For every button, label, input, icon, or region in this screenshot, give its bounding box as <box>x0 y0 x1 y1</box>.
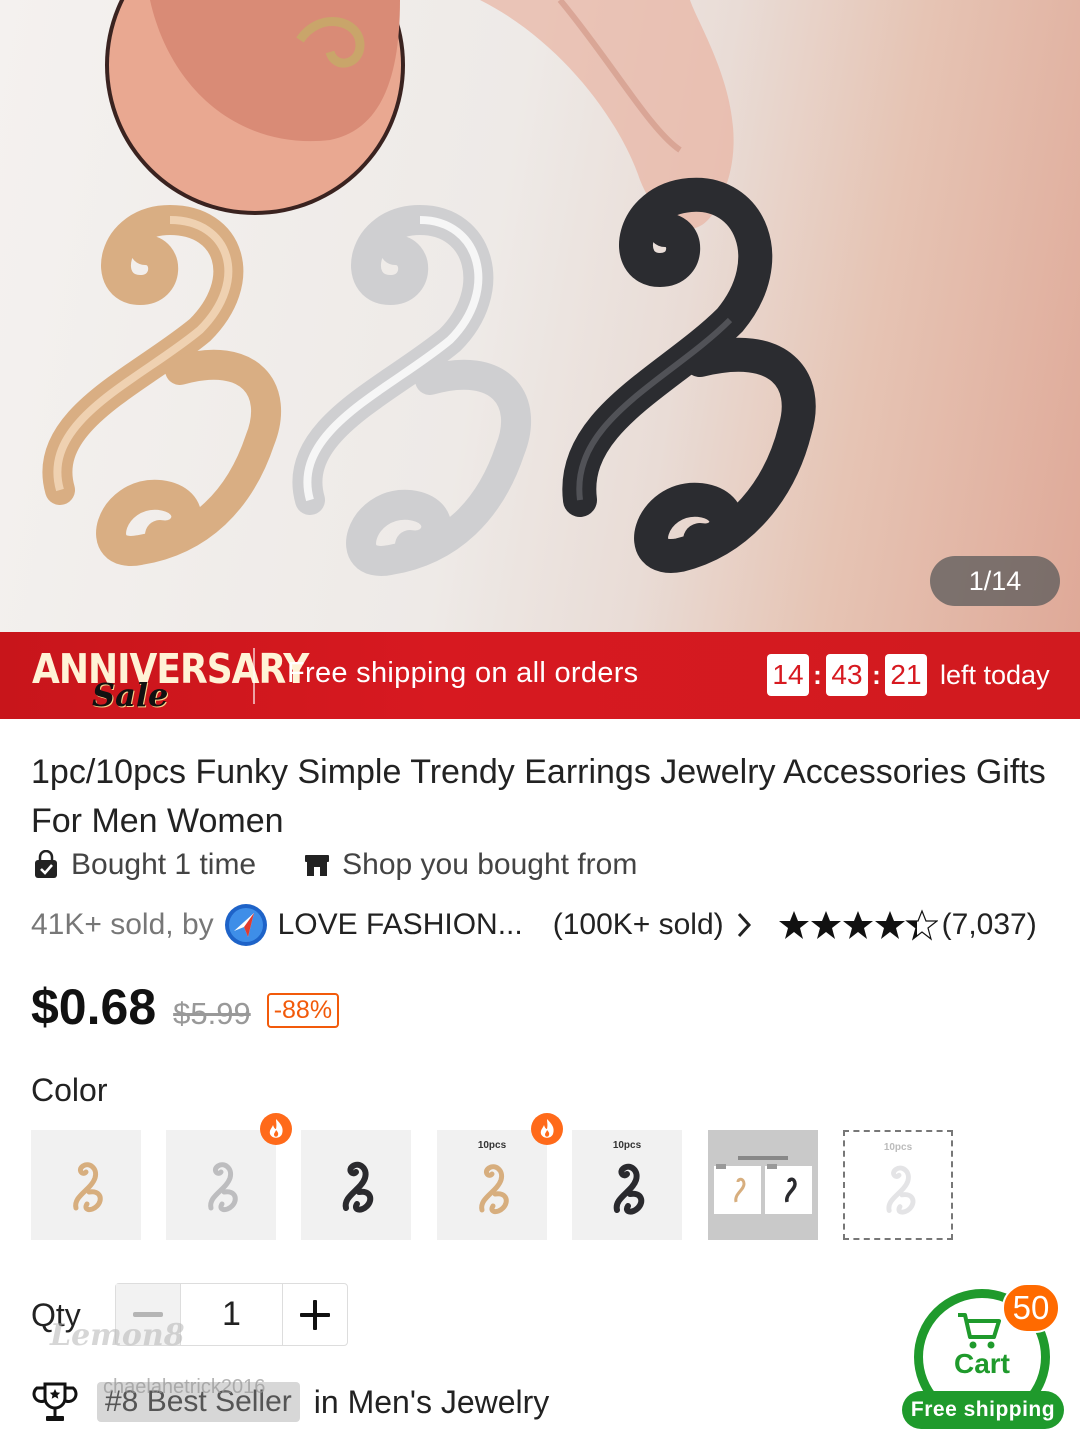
store-icon <box>305 855 330 876</box>
shop-bought-from[interactable]: Shop you bought from <box>302 848 637 882</box>
timer-suffix: left today <box>940 660 1050 690</box>
color-option-silver-10pcs[interactable]: 10pcs <box>843 1130 953 1240</box>
gold-earring-thumbnail <box>73 1162 103 1213</box>
star-rating[interactable]: (7,037) <box>778 908 1037 942</box>
color-label: Color <box>31 1072 108 1108</box>
anniversary-sale-logo: ANNIVERSARY Sale <box>32 646 309 714</box>
timer-minutes: 43 <box>826 654 868 696</box>
minus-icon <box>133 1311 164 1317</box>
color-option-silver[interactable] <box>166 1130 276 1240</box>
store-avatar[interactable] <box>224 903 268 947</box>
qty-value[interactable]: 1 <box>180 1284 283 1345</box>
store-name[interactable]: LOVE FASHION... <box>278 908 523 942</box>
chevron-right-icon[interactable] <box>736 911 752 939</box>
sold-count: 41K+ sold, by <box>31 908 214 941</box>
trophy-icon <box>32 1382 78 1421</box>
timer-seconds: 21 <box>885 654 927 696</box>
silver-earring-thumbnail <box>208 1162 238 1213</box>
banner-divider <box>253 648 255 704</box>
black-earring-thumbnail <box>613 1163 645 1215</box>
color-option-black[interactable] <box>301 1130 411 1240</box>
rating-stars-icon <box>778 910 938 940</box>
timer-hours: 14 <box>767 654 809 696</box>
discount-badge: -88% <box>266 993 340 1028</box>
best-seller-category: in Men's Jewelry <box>313 1383 550 1420</box>
color-option-bundle[interactable] <box>708 1130 818 1240</box>
bought-count: Bought 1 time <box>31 848 256 882</box>
store-sold-count: (100K+ sold) <box>552 908 724 941</box>
silver-earring-thumbnail <box>886 1165 916 1215</box>
product-image-gallery[interactable]: 1/14 <box>0 0 1080 632</box>
increase-qty-button[interactable] <box>283 1284 347 1345</box>
cart-label: Cart <box>953 1348 1010 1379</box>
color-option-gold-10pcs[interactable]: 10pcs <box>437 1130 547 1240</box>
color-option-gold[interactable] <box>31 1130 141 1240</box>
countdown-timer: 14 : 43 : 21 <box>767 654 927 696</box>
watermark-user: chaelahetrick2016 <box>103 1376 266 1398</box>
shopping-bag-icon <box>35 850 57 878</box>
product-photo <box>42 0 816 576</box>
black-earring-thumbnail <box>342 1161 374 1213</box>
current-price: $0.68 <box>31 979 157 1035</box>
rating-count: (7,037) <box>941 908 1037 941</box>
image-counter: 1/14 <box>930 556 1060 606</box>
product-title: 1pc/10pcs Funky Simple Trendy Earrings J… <box>31 753 1046 840</box>
store-info[interactable]: 41K+ sold, by LOVE FASHION... (100K+ sol… <box>31 903 1037 947</box>
original-price: $5.99 <box>173 996 251 1031</box>
cart-icon <box>958 1313 1001 1349</box>
plus-icon <box>299 1299 330 1330</box>
cart-button[interactable]: Cart 50 Free shipping <box>900 1283 1070 1433</box>
gold-earring-thumbnail <box>479 1164 509 1215</box>
free-shipping-badge: Free shipping <box>902 1391 1064 1429</box>
color-option-black-10pcs[interactable]: 10pcs <box>572 1130 682 1240</box>
bundle-thumbnail <box>714 1156 812 1214</box>
price-block: $0.68 $5.99 -88% <box>31 978 340 1036</box>
hot-flame-icon <box>531 1113 563 1145</box>
cart-count-badge: 50 <box>1002 1283 1060 1333</box>
watermark-brand: Lemon8 <box>50 1318 185 1353</box>
anniversary-sale-banner[interactable]: ANNIVERSARY Sale Free shipping on all or… <box>0 632 1080 719</box>
hot-flame-icon <box>260 1113 292 1145</box>
purchase-history: Bought 1 time Shop you bought from <box>31 848 683 882</box>
banner-message: Free shipping on all orders <box>287 657 639 689</box>
